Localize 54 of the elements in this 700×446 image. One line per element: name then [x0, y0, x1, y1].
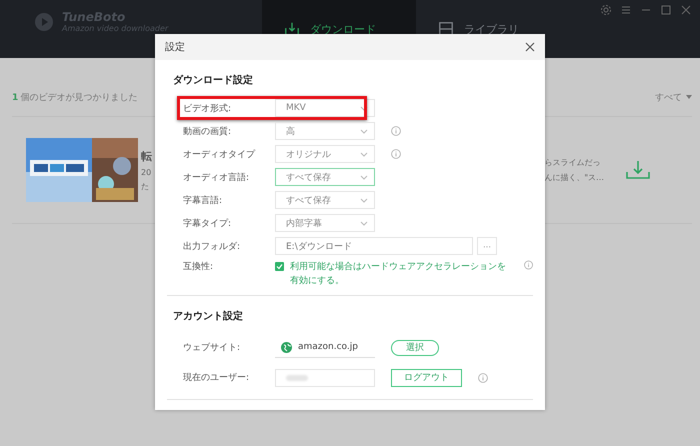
dropdown[interactable]: すべて保存: [275, 168, 375, 186]
dropdown[interactable]: 内部字幕: [275, 214, 375, 232]
field-label: オーディオ言語:: [183, 172, 250, 184]
dialog-title: 設定: [165, 40, 185, 54]
video-date: 20: [141, 168, 152, 176]
browse-button[interactable]: ···: [477, 237, 497, 255]
filter-dropdown[interactable]: すべて: [655, 90, 692, 104]
caret-icon: [360, 152, 368, 156]
field-label: 互換性:: [183, 260, 214, 273]
checkbox-label: 利用可能な場合はハードウェアアクセラレーションを有効にする。: [290, 260, 507, 288]
info-icon[interactable]: [524, 260, 533, 270]
close-icon[interactable]: [525, 42, 535, 52]
dropdown[interactable]: オリジナル: [275, 145, 375, 163]
info-icon[interactable]: [391, 126, 401, 136]
video-description: らスライムだっ: [544, 157, 602, 168]
menu-icon[interactable]: [620, 4, 632, 16]
select-button[interactable]: 選択: [391, 340, 439, 356]
info-icon[interactable]: [478, 372, 488, 382]
caret-icon: [360, 106, 368, 110]
field-label: 出力フォルダ:: [183, 240, 242, 252]
video-description: た: [141, 180, 150, 192]
globe-icon: [281, 342, 292, 352]
field-label: ウェブサイト:: [183, 342, 242, 354]
field-label: 現在のユーザー:: [183, 372, 250, 384]
play-logo-icon: [34, 12, 54, 32]
caret-icon: [360, 198, 368, 202]
caret-icon: [360, 174, 368, 180]
close-icon[interactable]: [680, 4, 692, 16]
info-icon[interactable]: [391, 149, 401, 159]
download-icon[interactable]: [626, 160, 650, 180]
maximize-icon[interactable]: [660, 4, 672, 16]
video-title: 転: [141, 148, 152, 164]
field-label: 動画の画質:: [183, 126, 232, 138]
field-label: ビデオ形式:: [183, 102, 232, 114]
field-label: 字幕言語:: [183, 194, 224, 206]
field-label: 字幕タイプ:: [183, 217, 232, 230]
user-field[interactable]: [275, 368, 375, 386]
section-heading: ダウンロード設定: [173, 73, 253, 87]
dropdown[interactable]: すべて保存: [275, 191, 375, 209]
blurred-text: [286, 374, 308, 380]
logout-button[interactable]: ログアウト: [391, 368, 462, 386]
caret-icon: [360, 220, 368, 226]
caret-icon: [686, 95, 692, 99]
settings-icon[interactable]: [600, 4, 612, 16]
checkbox[interactable]: [275, 262, 284, 271]
video-description: んに描く、"ス…: [544, 172, 604, 183]
section-heading: アカウント設定: [173, 309, 243, 323]
caret-icon: [360, 128, 368, 134]
result-count-text: 1 個のビデオが見つかりました: [12, 92, 138, 104]
folder-field[interactable]: E:\ダウンロード: [275, 237, 473, 255]
website-value: amazon.co.jp: [298, 342, 358, 352]
dropdown[interactable]: MKV: [275, 99, 375, 117]
field-label: オーディオタイプ: [183, 148, 256, 160]
dropdown[interactable]: 高: [275, 122, 375, 140]
